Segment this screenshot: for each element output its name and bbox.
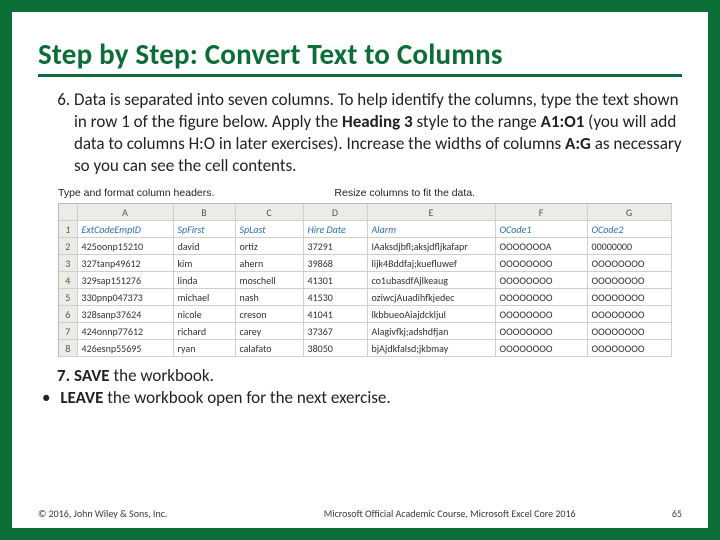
col-A: A bbox=[77, 204, 173, 221]
slide-body: Data is separated into seven columns. To… bbox=[38, 89, 682, 409]
slide-footer: © 2016, John Wiley & Sons, Inc. Microsof… bbox=[38, 507, 682, 520]
excel-table: A B C D E F G 1 ExtCodeEmpID SpFirst SpL… bbox=[59, 204, 672, 357]
table-row: 6328sanp37624nicolecreson41041lkbbueoAia… bbox=[59, 306, 671, 323]
steps-list-7: SAVE the workbook. bbox=[38, 365, 682, 387]
slide-title: Step by Step: Convert Text to Columns bbox=[38, 22, 682, 77]
hdr-B: SpFirst bbox=[173, 221, 235, 238]
col-C: C bbox=[235, 204, 303, 221]
col-letter-row: A B C D E F G bbox=[59, 204, 671, 221]
col-B: B bbox=[173, 204, 235, 221]
steps-list-6: Data is separated into seven columns. To… bbox=[38, 89, 682, 177]
row-1-label: 1 bbox=[59, 221, 77, 238]
col-F: F bbox=[495, 204, 587, 221]
leave-bullet-list: LEAVE the workbook open for the next exe… bbox=[38, 387, 682, 409]
footer-course: Microsoft Official Academic Course, Micr… bbox=[324, 507, 576, 520]
header-row: 1 ExtCodeEmpID SpFirst SpLast Hire Date … bbox=[59, 221, 671, 238]
col-G: G bbox=[587, 204, 671, 221]
step-6-t2: style to the range bbox=[413, 111, 541, 132]
table-row: 4329sap151276lindamoschell41301co1ubasdf… bbox=[59, 272, 671, 289]
col-E: E bbox=[367, 204, 495, 221]
step-6-b2: A1:O1 bbox=[541, 111, 585, 132]
table-row: 2425oonp15210davidortiz37291IAaksdjbfl;a… bbox=[59, 238, 671, 255]
footer-pagenum: 65 bbox=[672, 507, 682, 520]
col-D: D bbox=[303, 204, 367, 221]
hdr-D: Hire Date bbox=[303, 221, 367, 238]
footer-copyright: © 2016, John Wiley & Sons, Inc. bbox=[38, 507, 167, 520]
table-row: 3327tanp49612kimahern39868lijk4Bddfaj;ku… bbox=[59, 255, 671, 272]
figure-captions: Type and format column headers. Resize c… bbox=[58, 187, 682, 201]
hdr-E: Alarm bbox=[367, 221, 495, 238]
table-row: 7424onnp77612richardcarey37367Alagivfkj;… bbox=[59, 323, 671, 340]
hdr-A: ExtCodeEmpID bbox=[77, 221, 173, 238]
leave-t1: the workbook open for the next exercise. bbox=[103, 387, 390, 408]
caption-left: Type and format column headers. bbox=[58, 187, 214, 201]
step-6-b3: A:G bbox=[565, 133, 591, 154]
table-row: 5330pnp047373michaelnash41530oziwcjAuadi… bbox=[59, 289, 671, 306]
excel-figure: A B C D E F G 1 ExtCodeEmpID SpFirst SpL… bbox=[58, 203, 672, 357]
table-row: 8426esnp55695ryancalafato38050bjAjdkfals… bbox=[59, 340, 671, 357]
leave-b1: LEAVE bbox=[60, 387, 103, 408]
step-7: SAVE the workbook. bbox=[74, 365, 682, 387]
step-7-t1: the workbook. bbox=[110, 365, 214, 386]
step-7-b1: SAVE bbox=[74, 365, 110, 386]
hdr-C: SpLast bbox=[235, 221, 303, 238]
slide: Step by Step: Convert Text to Columns Da… bbox=[12, 12, 708, 528]
caption-right: Resize columns to fit the data. bbox=[334, 187, 475, 201]
hdr-F: OCode1 bbox=[495, 221, 587, 238]
step-6: Data is separated into seven columns. To… bbox=[74, 89, 682, 177]
corner-cell bbox=[59, 204, 77, 221]
hdr-G: OCode2 bbox=[587, 221, 671, 238]
step-6-b1: Heading 3 bbox=[342, 111, 413, 132]
leave-bullet: LEAVE the workbook open for the next exe… bbox=[56, 387, 682, 409]
